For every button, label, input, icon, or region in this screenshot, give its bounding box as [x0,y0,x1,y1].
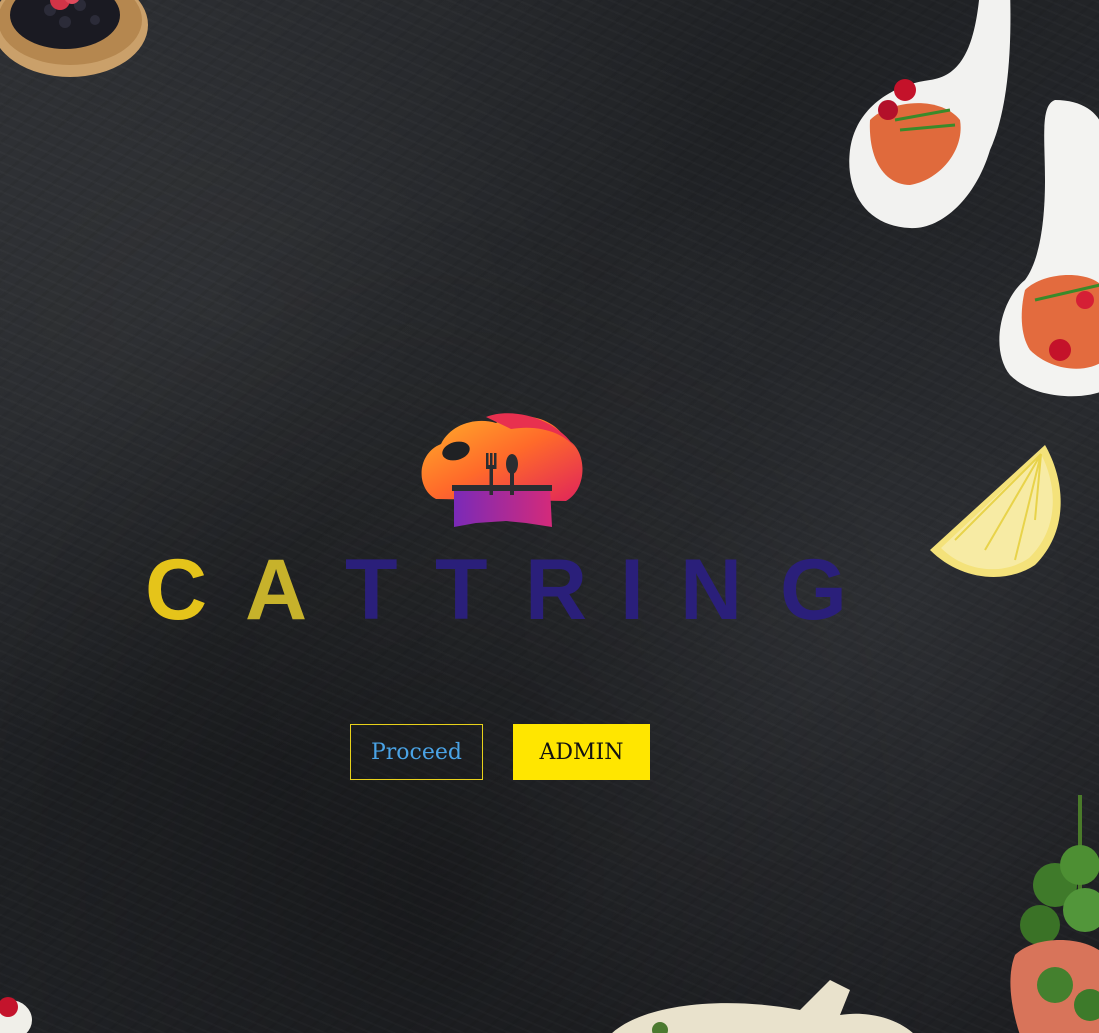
brand-title: C A T T R I N G [145,545,865,635]
brand-letter: T [435,542,488,638]
brand-letter: I [620,542,644,638]
lemon-slice-image [930,445,1061,577]
parsley-salmon-image [1010,795,1099,1033]
brand-letter: A [245,542,308,638]
chef-hat-fork-spoon-icon [421,413,583,527]
berry-image [0,997,32,1033]
caviar-blini-image [0,0,148,77]
parchment-image [612,980,913,1033]
brand-letter: C [145,542,208,638]
admin-button[interactable]: ADMIN [513,724,650,780]
spoon-salmon-image [849,0,1011,229]
brand-letter: G [780,542,847,638]
spoon-salmon-image-2 [999,100,1099,397]
proceed-button[interactable]: Proceed [350,724,483,780]
brand-letter: R [525,542,588,638]
brand-letter: T [345,542,398,638]
brand-letter: N [680,542,743,638]
